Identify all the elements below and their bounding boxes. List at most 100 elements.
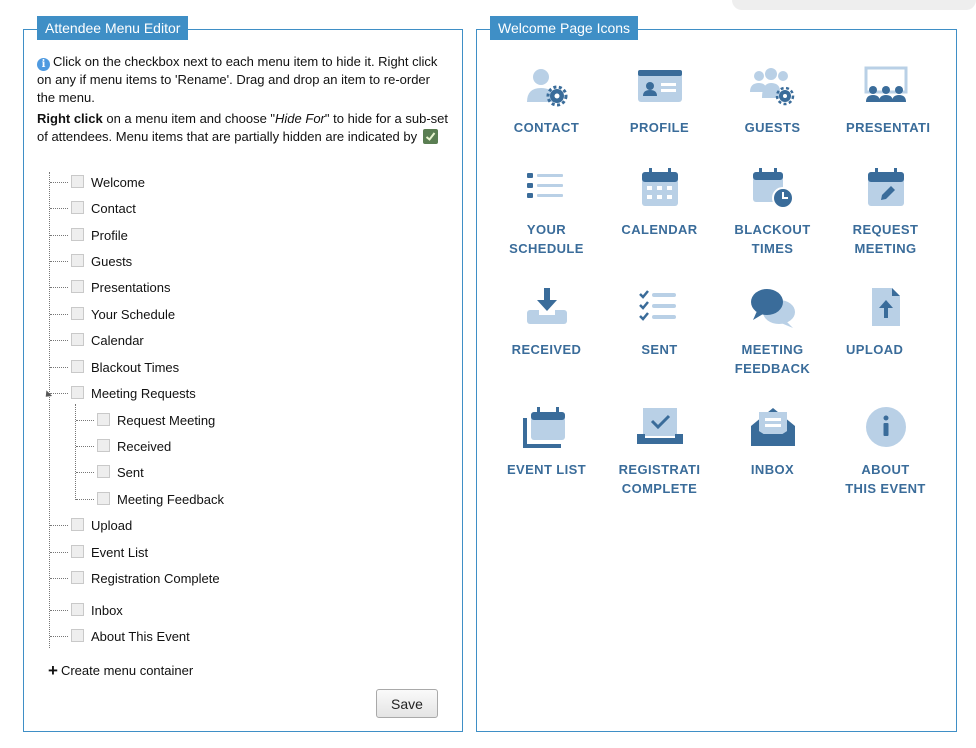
tree-branch	[50, 393, 68, 394]
hide-checkbox[interactable]	[71, 518, 84, 531]
welcome-icon-tile[interactable]: REQUEST MEETING	[829, 164, 942, 258]
welcome-icon-label: SENT	[641, 342, 678, 357]
hide-checkbox[interactable]	[71, 571, 84, 584]
download-tray-icon	[526, 288, 567, 324]
tree-branch	[76, 446, 94, 447]
welcome-icon-tile[interactable]: MEETING FEEDBACK	[716, 284, 829, 378]
info-icon: i	[37, 58, 50, 71]
info-text: i Click on the checkbox next to each menu…	[37, 53, 449, 107]
event-list-icon	[522, 407, 565, 448]
hide-checkbox[interactable]	[71, 228, 84, 241]
presentation-icon	[864, 66, 907, 102]
tree-branch	[50, 287, 68, 288]
hide-checkbox[interactable]	[71, 280, 84, 293]
welcome-icon-label: EVENT LIST	[506, 462, 587, 477]
hide-checkbox[interactable]	[71, 254, 84, 267]
welcome-icon-label: UPLOAD	[846, 342, 904, 357]
welcome-icon-tile[interactable]: GUESTS	[716, 62, 829, 137]
partial-hidden-check-icon	[423, 129, 439, 144]
welcome-icon-label: CALENDAR	[621, 222, 698, 237]
tree-branch	[76, 420, 94, 421]
welcome-page-icons-title: Welcome Page Icons	[490, 16, 639, 40]
id-card-icon	[637, 70, 682, 102]
tree-branch	[50, 208, 68, 209]
tree-branch	[50, 314, 68, 315]
tree-branch	[50, 610, 68, 611]
welcome-icon-tile[interactable]: YOUR SCHEDULE	[490, 164, 603, 258]
menu-item-label: Contact	[91, 201, 136, 216]
welcome-icon-tile[interactable]: BLACKOUT TIMES	[716, 164, 829, 258]
save-button[interactable]: Save	[376, 689, 438, 718]
welcome-icon-tile[interactable]: PRESENTATI	[829, 62, 942, 137]
menu-item-label: Meeting Feedback	[117, 492, 224, 507]
welcome-icon-label: CONTACT	[513, 120, 580, 135]
hide-checkbox[interactable]	[71, 307, 84, 320]
menu-item-label: Event List	[91, 545, 149, 560]
tree-branch	[50, 261, 68, 262]
tree-branch	[50, 578, 68, 579]
tree-branch	[50, 235, 68, 236]
right-click-mid: on a menu item and choose "	[102, 111, 276, 126]
users-gear-icon	[749, 68, 794, 106]
welcome-icon-tile[interactable]: CONTACT	[490, 62, 603, 137]
welcome-icon-label: MEETING FEEDBACK	[734, 342, 811, 376]
hide-checkbox[interactable]	[97, 413, 110, 426]
calendar-icon	[641, 168, 678, 206]
welcome-icon-tile[interactable]: CALENDAR	[603, 164, 716, 239]
menu-item-label: Registration Complete	[91, 571, 220, 586]
tree-branch	[50, 367, 68, 368]
menu-item-label: Request Meeting	[117, 413, 216, 428]
menu-item-label: Your Schedule	[91, 307, 176, 322]
menu-item-label: Profile	[91, 228, 128, 243]
welcome-icon-tile[interactable]: REGISTRATI COMPLETE	[603, 404, 716, 498]
plus-icon: +	[48, 661, 58, 680]
welcome-icon-tile[interactable]: EVENT LIST	[490, 404, 603, 479]
tree-branch	[50, 340, 68, 341]
hide-checkbox[interactable]	[97, 492, 110, 505]
tree-branch	[76, 499, 94, 500]
menu-item-label: Sent	[117, 465, 144, 480]
welcome-icon-label: PROFILE	[629, 120, 690, 135]
attendee-menu-editor-title: Attendee Menu Editor	[37, 16, 189, 40]
tree-line	[49, 172, 50, 648]
hide-checkbox[interactable]	[71, 545, 84, 558]
menu-item-label: Upload	[91, 518, 133, 533]
menu-item-label: About This Event	[91, 629, 190, 644]
hide-checkbox[interactable]	[71, 360, 84, 373]
welcome-icon-tile[interactable]: UPLOAD	[829, 284, 942, 359]
hide-checkbox[interactable]	[71, 603, 84, 616]
welcome-icon-tile[interactable]: INBOX	[716, 404, 829, 479]
welcome-icon-label: INBOX	[750, 462, 795, 477]
tree-branch	[50, 525, 68, 526]
menu-item-label: Received	[117, 439, 172, 454]
right-click-text: Right click on a menu item and choose "H…	[37, 110, 449, 146]
hide-checkbox[interactable]	[97, 439, 110, 452]
welcome-icon-label: BLACKOUT TIMES	[734, 222, 811, 256]
tree-branch	[50, 636, 68, 637]
checklist-icon	[638, 290, 676, 321]
welcome-icon-label: RECEIVED	[511, 342, 582, 357]
menu-item-label: Meeting Requests	[91, 386, 196, 401]
create-menu-container-button[interactable]: + Create menu container	[48, 661, 193, 681]
welcome-icon-tile[interactable]: RECEIVED	[490, 284, 603, 359]
welcome-icon-label: PRESENTATI	[846, 120, 931, 135]
menu-item-label: Guests	[91, 254, 133, 269]
calendar-clock-icon	[752, 168, 794, 209]
hide-checkbox[interactable]	[71, 386, 84, 399]
menu-item-label: Inbox	[91, 603, 123, 618]
user-gear-icon	[526, 69, 567, 107]
hide-checkbox[interactable]	[71, 175, 84, 188]
welcome-icon-tile[interactable]: PROFILE	[603, 62, 716, 137]
welcome-icon-tile[interactable]: SENT	[603, 284, 716, 359]
welcome-icon-label: REQUEST MEETING	[852, 222, 919, 256]
hide-checkbox[interactable]	[71, 629, 84, 642]
menu-item-label: Calendar	[91, 333, 144, 348]
welcome-icon-tile[interactable]: ABOUT THIS EVENT	[829, 404, 942, 498]
info-instructions: Click on the checkbox next to each menu …	[37, 54, 438, 105]
hide-checkbox[interactable]	[71, 201, 84, 214]
tree-branch	[50, 552, 68, 553]
hide-checkbox[interactable]	[71, 333, 84, 346]
list-icon	[526, 173, 563, 198]
hide-checkbox[interactable]	[97, 465, 110, 478]
calendar-pen-icon	[867, 168, 904, 206]
